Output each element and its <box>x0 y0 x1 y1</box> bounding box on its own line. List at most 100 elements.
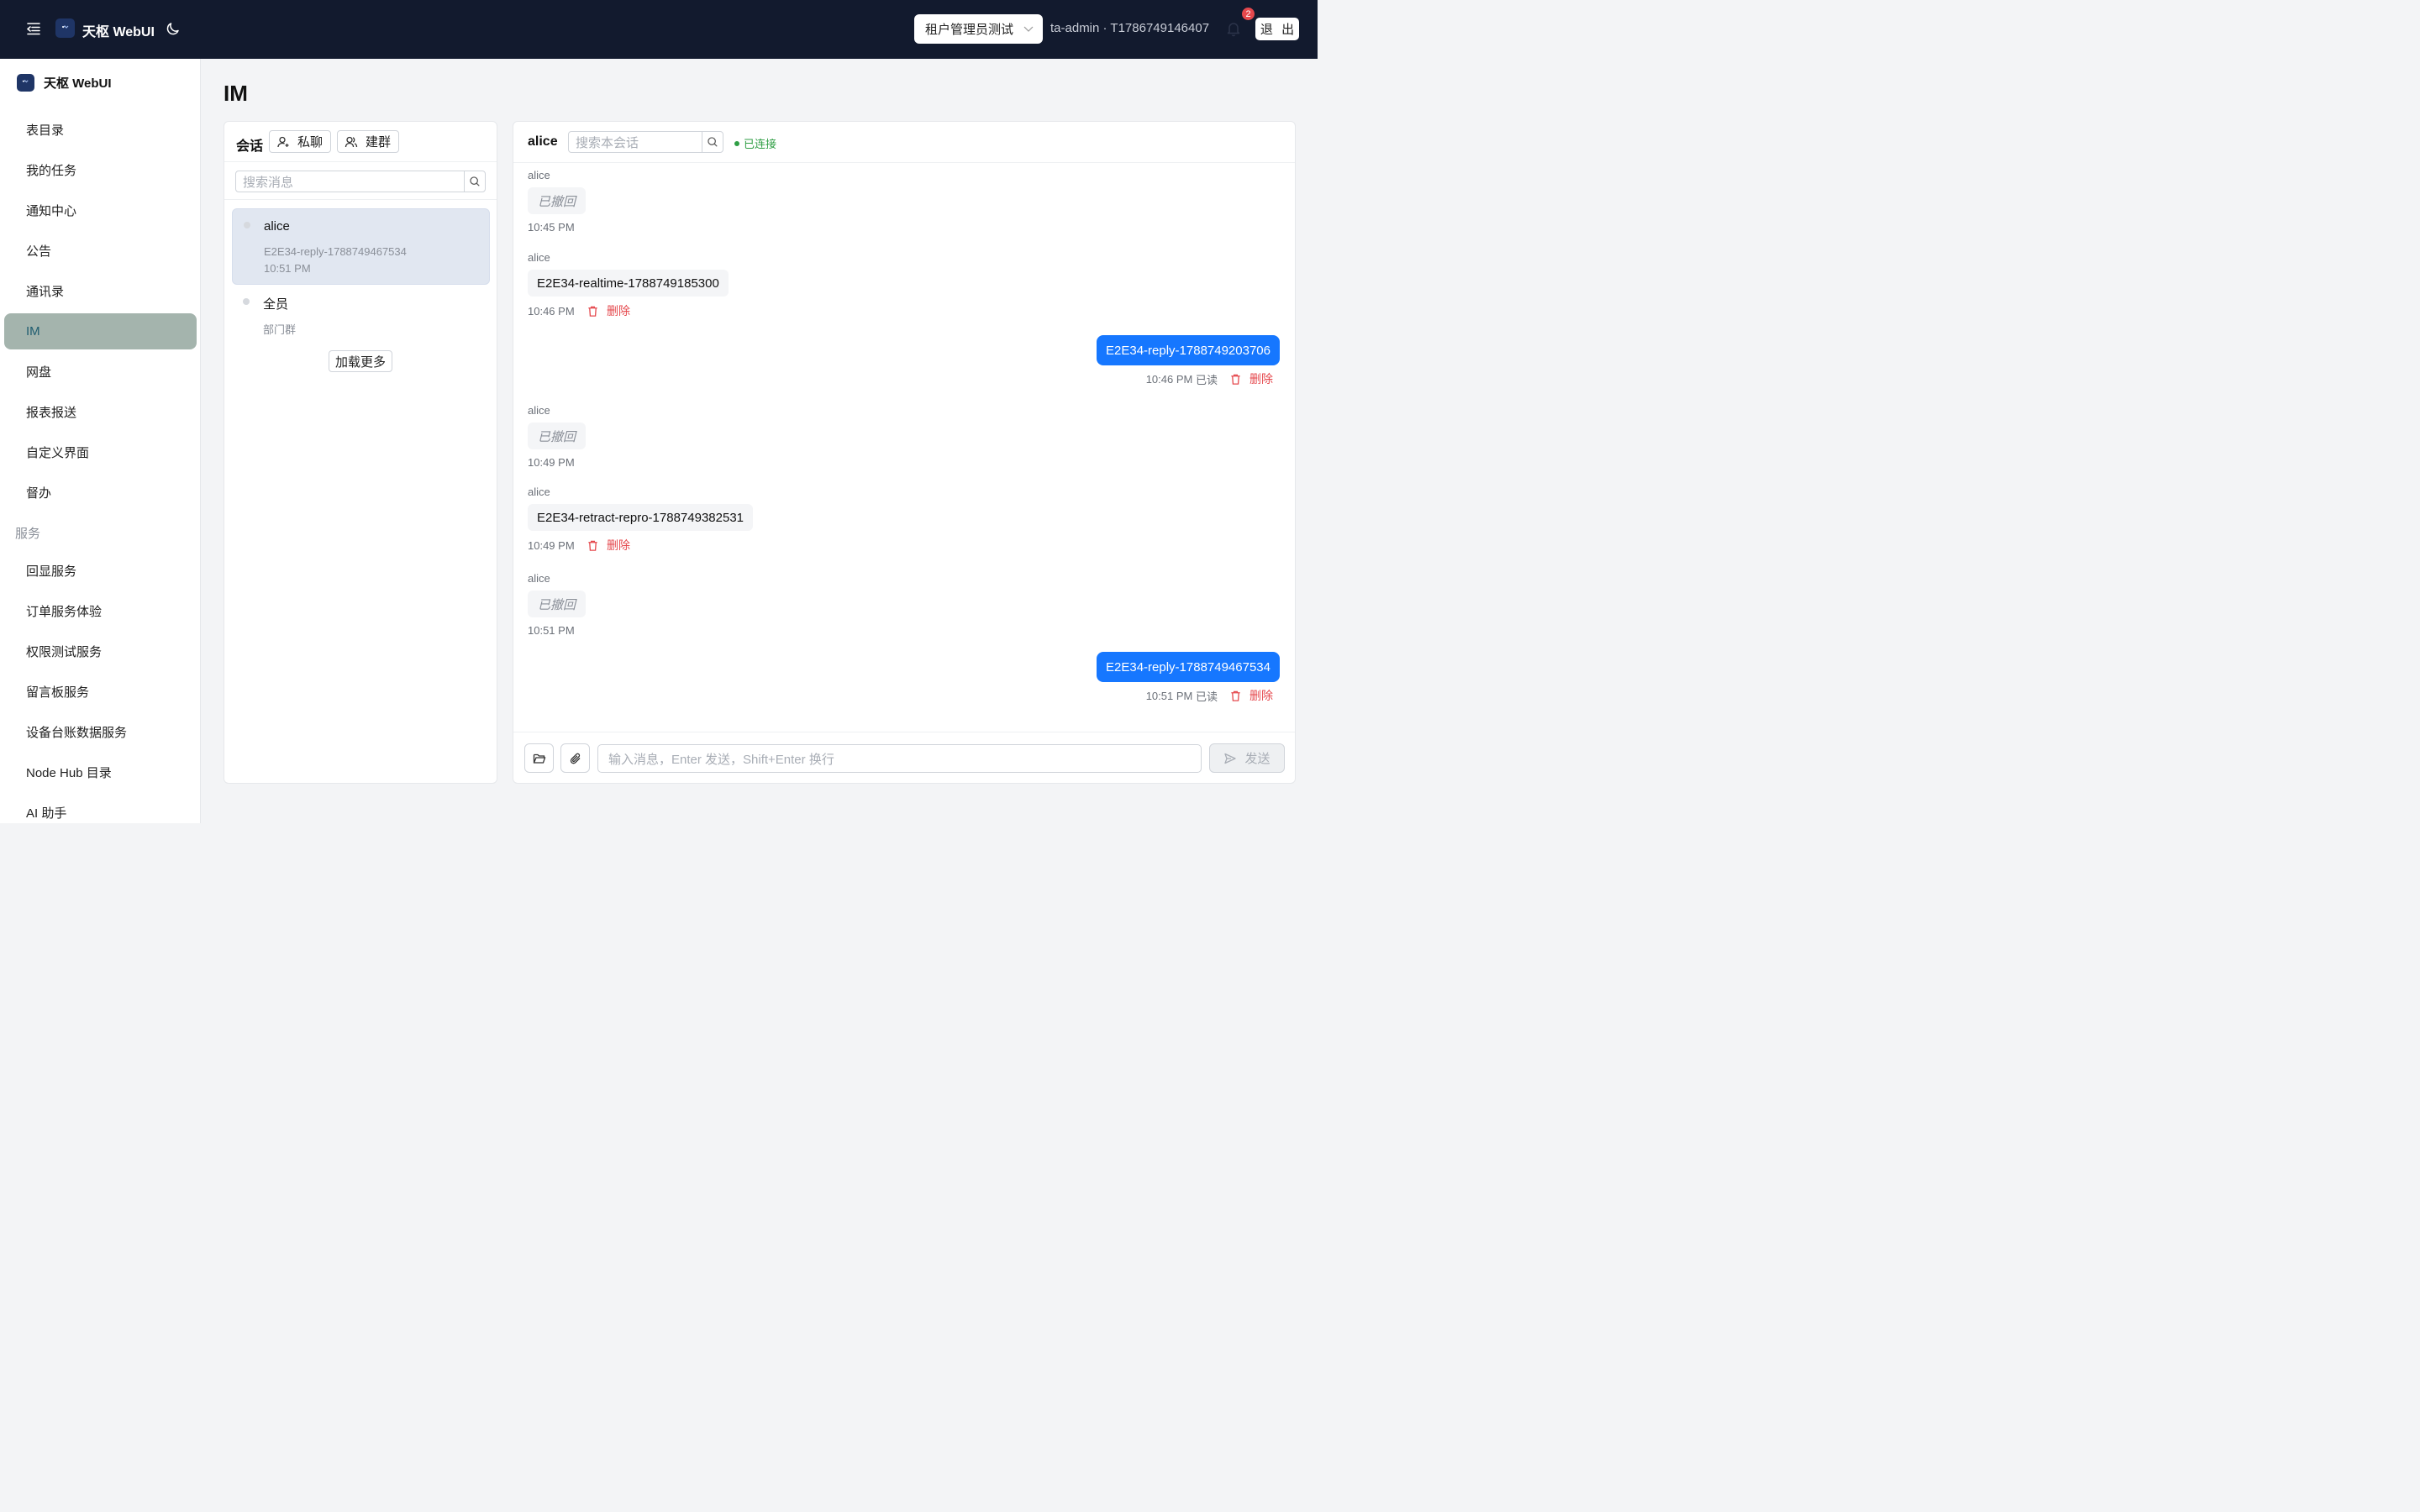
tenant-select-value: 租户管理员测试 <box>925 23 1014 37</box>
sidebar-item-label: 权限测试服务 <box>26 645 103 659</box>
conversation-name: alice <box>264 219 290 234</box>
sidebar-item-announcements[interactable]: 公告 <box>4 233 197 269</box>
sidebar-item-report-submission[interactable]: 报表报送 <box>4 394 197 430</box>
conversations-label: 会话 <box>236 139 264 154</box>
sidebar-group-services: 服务 <box>15 527 41 541</box>
create-group-label: 建群 <box>366 135 392 150</box>
incoming-message: E2E34-retract-repro-1788749382531 <box>528 504 753 531</box>
trash-icon <box>588 306 597 317</box>
sidebar-item-label: AI 助手 <box>26 806 67 821</box>
message-time: 10:46 PM <box>528 305 575 318</box>
sidebar-item-notification-center[interactable]: 通知中心 <box>4 192 197 228</box>
sidebar-item-order-service[interactable]: 订单服务体验 <box>4 593 197 629</box>
load-more-button[interactable]: 加载更多 <box>329 350 393 372</box>
message-time: 10:51 PM <box>1145 689 1193 702</box>
app-logo-icon <box>55 18 75 38</box>
outgoing-message: E2E34-reply-1788749203706 <box>1097 335 1280 365</box>
search-button[interactable] <box>464 171 485 192</box>
sidebar-item-im[interactable]: IM <box>4 313 197 349</box>
sidebar-item-custom-ui[interactable]: 自定义界面 <box>4 434 197 470</box>
logout-button[interactable]: 退 出 <box>1255 18 1299 40</box>
message-meta: 10:46 PM 已读 删除 <box>1146 370 1273 387</box>
delete-label: 删除 <box>607 538 630 552</box>
sidebar-item-table-catalog[interactable]: 表目录 <box>4 112 197 148</box>
status-dot <box>734 140 739 146</box>
sidebar-item-ai-assistant[interactable]: AI 助手 <box>4 795 197 823</box>
menu-fold-icon[interactable] <box>25 20 42 37</box>
tenant-select[interactable]: 租户管理员测试 <box>914 14 1043 44</box>
trash-icon <box>1231 374 1240 385</box>
notification-badge: 2 <box>1241 7 1255 21</box>
sidebar-item-label: 督办 <box>26 486 52 501</box>
bell-icon[interactable] <box>1226 20 1241 37</box>
chat-search-input[interactable]: 搜索本会话 <box>569 134 702 151</box>
read-status: 已读 <box>1195 690 1218 703</box>
sidebar-item-label: Node Hub 目录 <box>26 766 112 780</box>
send-button[interactable]: 发送 <box>1209 743 1285 773</box>
message-time: 10:49 PM <box>528 539 575 552</box>
conversation-preview: 部门群 <box>263 323 297 336</box>
create-group-button[interactable]: 建群 <box>337 130 400 153</box>
private-chat-label: 私聊 <box>297 135 324 150</box>
moon-icon[interactable] <box>166 21 181 36</box>
chat-peer-name: alice <box>528 134 558 149</box>
sidebar-item-echo-service[interactable]: 回显服务 <box>4 553 197 589</box>
retracted-message: 已撤回 <box>528 187 587 214</box>
conversation-item[interactable]: alice E2E34-reply-1788749467534 10:51 PM <box>232 208 490 285</box>
sidebar-brand-name: 天枢 WebUI <box>44 76 112 91</box>
conversation-preview: E2E34-reply-1788749467534 <box>264 245 407 258</box>
app-logo-icon <box>17 74 34 92</box>
message-time: 10:49 PM <box>528 456 575 469</box>
chevron-down-icon <box>1023 23 1034 34</box>
sidebar-item-label: 自定义界面 <box>26 446 90 460</box>
sidebar-item-label: 表目录 <box>26 123 65 138</box>
delete-message-button[interactable]: 删除 <box>1229 370 1273 387</box>
search-button[interactable] <box>702 132 723 152</box>
message-input[interactable]: 输入消息，Enter 发送，Shift+Enter 换行 <box>597 744 1202 773</box>
page-title: IM <box>224 81 248 106</box>
conversation-item[interactable]: 全员 部门群 <box>232 286 490 339</box>
message-sender: alice <box>528 169 550 181</box>
trash-icon <box>588 540 597 551</box>
sidebar-item-label: 通知中心 <box>26 204 77 218</box>
sidebar-item-label: 通讯录 <box>26 285 65 299</box>
status-dot <box>244 222 250 228</box>
connection-status: 已连接 <box>734 135 776 151</box>
attach-button[interactable] <box>560 743 590 773</box>
private-chat-button[interactable]: 私聊 <box>269 130 332 153</box>
search-icon <box>470 176 480 186</box>
message-time: 10:46 PM <box>1145 372 1193 386</box>
folder-button[interactable] <box>524 743 554 773</box>
delete-message-button[interactable]: 删除 <box>587 302 630 319</box>
incoming-message: E2E34-realtime-1788749185300 <box>528 270 729 297</box>
delete-label: 删除 <box>607 304 630 318</box>
delete-message-button[interactable]: 删除 <box>1229 687 1273 704</box>
chat-search-box: 搜索本会话 <box>568 131 723 153</box>
send-icon <box>1224 753 1237 764</box>
sidebar-item-label: 公告 <box>26 244 52 259</box>
sidebar-item-message-board[interactable]: 留言板服务 <box>4 674 197 710</box>
sidebar-item-permission-test[interactable]: 权限测试服务 <box>4 633 197 669</box>
sidebar-item-node-hub[interactable]: Node Hub 目录 <box>4 754 197 790</box>
sidebar-item-label: 留言板服务 <box>26 685 90 700</box>
sidebar-item-supervision[interactable]: 督办 <box>4 475 197 511</box>
message-time: 10:45 PM <box>528 221 575 234</box>
sidebar: 天枢 WebUI 表目录 我的任务 通知中心 公告 通讯录 IM 网盘 报表报送… <box>0 59 201 823</box>
message-search-input[interactable]: 搜索消息 <box>236 173 464 191</box>
sidebar-brand[interactable]: 天枢 WebUI <box>17 74 112 92</box>
folder-open-icon <box>533 753 545 764</box>
delete-message-button[interactable]: 删除 <box>587 537 630 554</box>
sidebar-item-label: 设备台账数据服务 <box>26 726 128 740</box>
sidebar-item-netdisk[interactable]: 网盘 <box>4 354 197 390</box>
sidebar-item-device-ledger[interactable]: 设备台账数据服务 <box>4 714 197 750</box>
user-add-icon <box>277 136 289 147</box>
sidebar-item-contacts[interactable]: 通讯录 <box>4 273 197 309</box>
send-label: 发送 <box>1244 752 1270 766</box>
message-composer: 输入消息，Enter 发送，Shift+Enter 换行 发送 <box>513 732 1295 783</box>
trash-icon <box>1231 690 1240 701</box>
status-dot <box>243 298 250 305</box>
sidebar-item-my-tasks[interactable]: 我的任务 <box>4 152 197 188</box>
message-search-box: 搜索消息 <box>235 171 486 192</box>
conversation-panel-header: 会话 私聊 建群 <box>224 122 497 162</box>
read-status: 已读 <box>1195 373 1218 386</box>
